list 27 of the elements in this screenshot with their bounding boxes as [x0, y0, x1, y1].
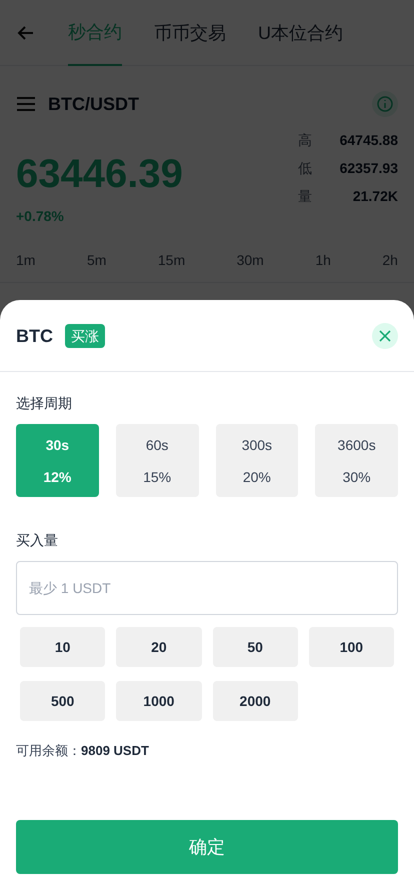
amount-option[interactable]: 10: [20, 627, 106, 667]
stat-value: 64745.88: [340, 131, 398, 150]
side-tag: 买涨: [65, 324, 105, 348]
price-text: 63446.39: [16, 154, 183, 194]
section-label: 买入量: [16, 532, 58, 548]
balance-label: 可用余额：: [16, 742, 81, 760]
amount-input-field[interactable]: 最少 1 USDT: [16, 561, 398, 615]
amount-option[interactable]: 50: [212, 627, 298, 667]
period-option[interactable]: 300s 20%: [216, 424, 298, 497]
amount-option[interactable]: 2000: [212, 681, 298, 721]
balance-value: 9809 USDT: [81, 742, 149, 760]
change-text: +0.78%: [16, 207, 65, 226]
stat-value: 21.72K: [352, 187, 398, 206]
amount-option[interactable]: 500: [20, 681, 106, 721]
amount-option[interactable]: 20: [116, 627, 202, 667]
period-option[interactable]: 3600s 30%: [315, 424, 398, 497]
amount-option[interactable]: 100: [308, 627, 394, 667]
close-icon: [379, 330, 391, 342]
period-option[interactable]: 60s 15%: [116, 424, 198, 497]
period-option[interactable]: 30s 12%: [16, 424, 99, 497]
coin-title: BTC: [16, 324, 53, 348]
pair-title: BTC/USDT: [48, 93, 139, 116]
stat-value: 62357.93: [340, 159, 398, 178]
close-button[interactable]: [372, 322, 398, 348]
amount-option[interactable]: 1000: [116, 681, 202, 721]
confirm-button[interactable]: 确定: [16, 820, 398, 874]
section-label: 选择周期: [16, 395, 72, 411]
